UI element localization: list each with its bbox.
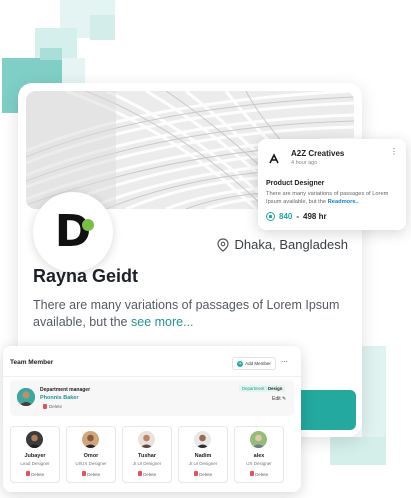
dept-prefix: Department : xyxy=(242,386,267,391)
trash-icon xyxy=(249,471,254,476)
member-name: Tushar xyxy=(138,453,156,459)
avatar xyxy=(194,431,211,448)
dept-name: Design xyxy=(268,386,283,391)
delete-label: Delete xyxy=(255,472,269,477)
member-role: UI/UX Designer xyxy=(75,461,107,466)
deco-square-teal-corner xyxy=(40,48,62,60)
profile-bio: There are many variations of passages of… xyxy=(33,297,353,331)
divider xyxy=(3,376,301,377)
member-card[interactable]: alex UX Designer Delete xyxy=(234,426,284,483)
location: Dhaka, Bangladesh xyxy=(216,237,348,252)
avatar xyxy=(26,431,43,448)
post-time: 4 hour ago xyxy=(291,160,318,166)
pencil-icon: ✎ xyxy=(282,396,287,402)
location-text: Dhaka, Bangladesh xyxy=(234,237,348,252)
member-name: Jubayer xyxy=(24,453,46,459)
member-card[interactable]: Omor UI/UX Designer Delete xyxy=(66,426,116,483)
job-meta: 840 - 498 hr xyxy=(266,212,327,221)
meta-separator: - xyxy=(296,212,300,221)
manager-name[interactable]: Phonnis Baker xyxy=(40,395,79,401)
delete-label: Delete xyxy=(143,472,157,477)
member-delete-button[interactable]: Delete xyxy=(67,471,115,477)
trash-icon xyxy=(43,404,47,409)
delete-label: Delete xyxy=(87,472,101,477)
member-role: Jr.UI Designer xyxy=(132,461,162,466)
edit-button[interactable]: Edit ✎ xyxy=(272,396,286,402)
department-badge: Department : Design xyxy=(239,385,286,392)
edit-label: Edit xyxy=(272,396,281,402)
a2z-logo-icon xyxy=(266,151,282,167)
company-logo: D xyxy=(33,192,113,272)
manager-avatar xyxy=(17,388,35,406)
member-list: Jubayer Lead Designer Delete Omor UI/UX … xyxy=(10,426,294,483)
member-card[interactable]: Nadim Jr.UI Designer Delete xyxy=(178,426,228,483)
member-delete-button[interactable]: Delete xyxy=(11,471,59,477)
delete-label: Delete xyxy=(31,472,45,477)
member-role: Jr.UI Designer xyxy=(188,461,218,466)
see-more-link[interactable]: see more... xyxy=(131,315,194,329)
trash-icon xyxy=(137,471,142,476)
more-dots-icon[interactable]: ⋯ xyxy=(281,358,288,366)
manager-row: Department manager Phonnis Baker Delete … xyxy=(10,380,294,416)
team-title: Team Member xyxy=(10,359,54,366)
member-name: alex xyxy=(253,453,265,459)
member-role: Lead Designer xyxy=(20,461,50,466)
profile-name: Rayna Geidt xyxy=(33,266,139,286)
add-member-label: Add Member xyxy=(245,361,271,366)
member-delete-button[interactable]: Delete xyxy=(235,471,283,477)
readmore-link[interactable]: Readmore.. xyxy=(328,199,359,205)
member-role: UX Designer xyxy=(246,461,272,466)
delete-label: Delete xyxy=(49,404,63,409)
trash-icon xyxy=(81,471,86,476)
avatar xyxy=(138,431,155,448)
deco-square-light-3 xyxy=(90,15,115,40)
trash-icon xyxy=(25,471,30,476)
hand-point-icon xyxy=(266,212,275,221)
deco-square-bottom-2 xyxy=(330,437,386,465)
more-dots-icon[interactable]: ⋮ xyxy=(390,147,398,156)
manager-role: Department manager xyxy=(40,387,91,393)
logo-letter: D xyxy=(54,206,92,257)
job-title: Product Designer xyxy=(266,180,325,187)
member-delete-button[interactable]: Delete xyxy=(179,471,227,477)
job-description: There are many variations of passages of… xyxy=(266,190,400,206)
avatar xyxy=(82,431,99,448)
job-card[interactable]: A2Z Creatives 4 hour ago ⋮ Product Desig… xyxy=(258,139,406,230)
plus-circle-icon: + xyxy=(237,360,244,367)
member-card[interactable]: Tushar Jr.UI Designer Delete xyxy=(122,426,172,483)
company-name: A2Z Creatives xyxy=(291,149,345,158)
deco-square-light-4 xyxy=(60,58,85,83)
member-name: Nadim xyxy=(194,453,212,459)
delete-label: Delete xyxy=(199,472,213,477)
job-points: 840 xyxy=(279,212,293,221)
job-hours: 498 hr xyxy=(303,212,327,221)
team-member-card: Team Member + Add Member ⋯ Department ma… xyxy=(3,346,301,492)
avatar xyxy=(250,431,267,448)
member-delete-button[interactable]: Delete xyxy=(123,471,171,477)
add-member-button[interactable]: + Add Member xyxy=(232,357,276,370)
trash-icon xyxy=(193,471,198,476)
map-pin-icon xyxy=(216,237,229,252)
member-card[interactable]: Jubayer Lead Designer Delete xyxy=(10,426,60,483)
manager-delete-button[interactable]: Delete xyxy=(43,404,62,409)
logo-green-dot xyxy=(82,219,94,231)
member-name: Omor xyxy=(83,453,99,459)
